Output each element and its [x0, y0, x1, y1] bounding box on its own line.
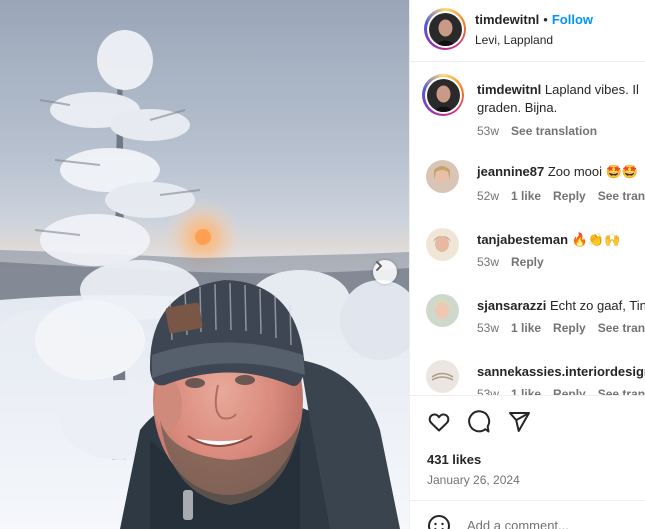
caption-time: 53w — [477, 124, 500, 138]
comment-time: 52w — [477, 189, 500, 203]
post-date: January 26, 2024 — [427, 473, 520, 487]
avatar-image — [426, 360, 459, 393]
caption-body: Lapland vibes. Il — [544, 82, 639, 97]
see-translation-link[interactable]: See transl — [598, 189, 645, 203]
avatar-image — [426, 294, 459, 327]
chevron-right-icon — [376, 261, 382, 271]
post-location[interactable]: Levi, Lappland — [475, 33, 553, 47]
avatar[interactable] — [426, 360, 459, 393]
caption-text-line2: graden. Bijna. — [477, 100, 558, 115]
see-translation-link[interactable]: See transl — [598, 321, 645, 335]
caption-text: timdewitnl Lapland vibes. Il — [477, 81, 639, 99]
like-button[interactable] — [427, 410, 453, 436]
comment-meta: 53w 1 like Reply See transl — [477, 321, 645, 335]
avatar[interactable] — [426, 228, 459, 261]
caption-avatar[interactable] — [422, 74, 464, 116]
avatar[interactable] — [426, 160, 459, 193]
comment-body: Echt zo gaaf, Tin — [550, 298, 645, 313]
separator-dot: • — [543, 12, 548, 27]
comment-input[interactable]: Add a comment... — [467, 518, 569, 529]
emoji-button[interactable] — [427, 514, 451, 529]
smiley-icon — [428, 515, 450, 529]
add-comment-bar: Add a comment... — [410, 500, 645, 529]
comment-username[interactable]: tanjabesteman — [477, 232, 568, 247]
header-line: timdewitnl • Follow — [475, 12, 593, 27]
comment-meta: 53w Reply — [477, 255, 556, 269]
list-item: sannekassies.interiordesign 53w 1 like Rep… — [410, 360, 645, 395]
post-photo[interactable] — [0, 0, 409, 529]
heart-icon — [428, 413, 450, 432]
avatar[interactable] — [426, 294, 459, 327]
comment-username[interactable]: sjansarazzi — [477, 298, 546, 313]
avatar-image — [426, 78, 460, 112]
comment-likes[interactable]: 1 like — [511, 189, 541, 203]
post-header: timdewitnl • Follow Levi, Lappland — [410, 0, 645, 62]
comment-text: sannekassies.interiordesign — [477, 363, 645, 381]
comment-likes[interactable]: 1 like — [511, 321, 541, 335]
share-button[interactable] — [507, 410, 533, 436]
comment-username[interactable]: jeannine87 — [477, 164, 544, 179]
comment-text: tanjabesteman 🔥👏🙌 — [477, 231, 620, 249]
comment-text: sjansarazzi Echt zo gaaf, Tin — [477, 297, 645, 315]
comment-text: jeannine87 Zoo mooi 🤩🤩 — [477, 163, 638, 181]
avatar-image — [426, 160, 459, 193]
comment-body: Zoo mooi 🤩🤩 — [547, 164, 639, 179]
post-username[interactable]: timdewitnl — [475, 12, 539, 27]
comment-body: 🔥👏🙌 — [571, 232, 621, 247]
caption-meta: 53w See translation — [477, 124, 609, 138]
comment-button[interactable] — [467, 410, 493, 436]
paper-plane-icon — [509, 412, 530, 432]
comment-time: 53w — [477, 387, 500, 395]
see-translation-link[interactable]: See transl — [598, 387, 645, 395]
comment-meta: 53w 1 like Reply See transl — [477, 387, 645, 395]
comment-username[interactable]: sannekassies.interiordesign — [477, 364, 645, 379]
post-side-panel: timdewitnl • Follow Levi, Lappland timdewi… — [409, 0, 645, 529]
reply-button[interactable]: Reply — [553, 387, 586, 395]
avatar[interactable] — [424, 8, 466, 50]
photo-scene — [0, 30, 409, 529]
reply-button[interactable]: Reply — [511, 255, 544, 269]
reply-button[interactable]: Reply — [553, 321, 586, 335]
comment-time: 53w — [477, 321, 500, 335]
action-bar — [410, 395, 645, 447]
comment-likes[interactable]: 1 like — [511, 387, 541, 395]
comment-meta: 52w 1 like Reply See transl — [477, 189, 645, 203]
next-photo-button[interactable] — [373, 260, 397, 284]
comment-bubble-icon — [468, 410, 491, 433]
avatar-image — [428, 12, 462, 46]
likes-count[interactable]: 431 likes — [427, 452, 481, 467]
comment-time: 53w — [477, 255, 500, 269]
reply-button[interactable]: Reply — [553, 189, 586, 203]
avatar-image — [426, 228, 459, 261]
caption-username[interactable]: timdewitnl — [477, 82, 541, 97]
see-translation-link[interactable]: See translation — [511, 124, 597, 138]
follow-button[interactable]: Follow — [552, 12, 593, 27]
